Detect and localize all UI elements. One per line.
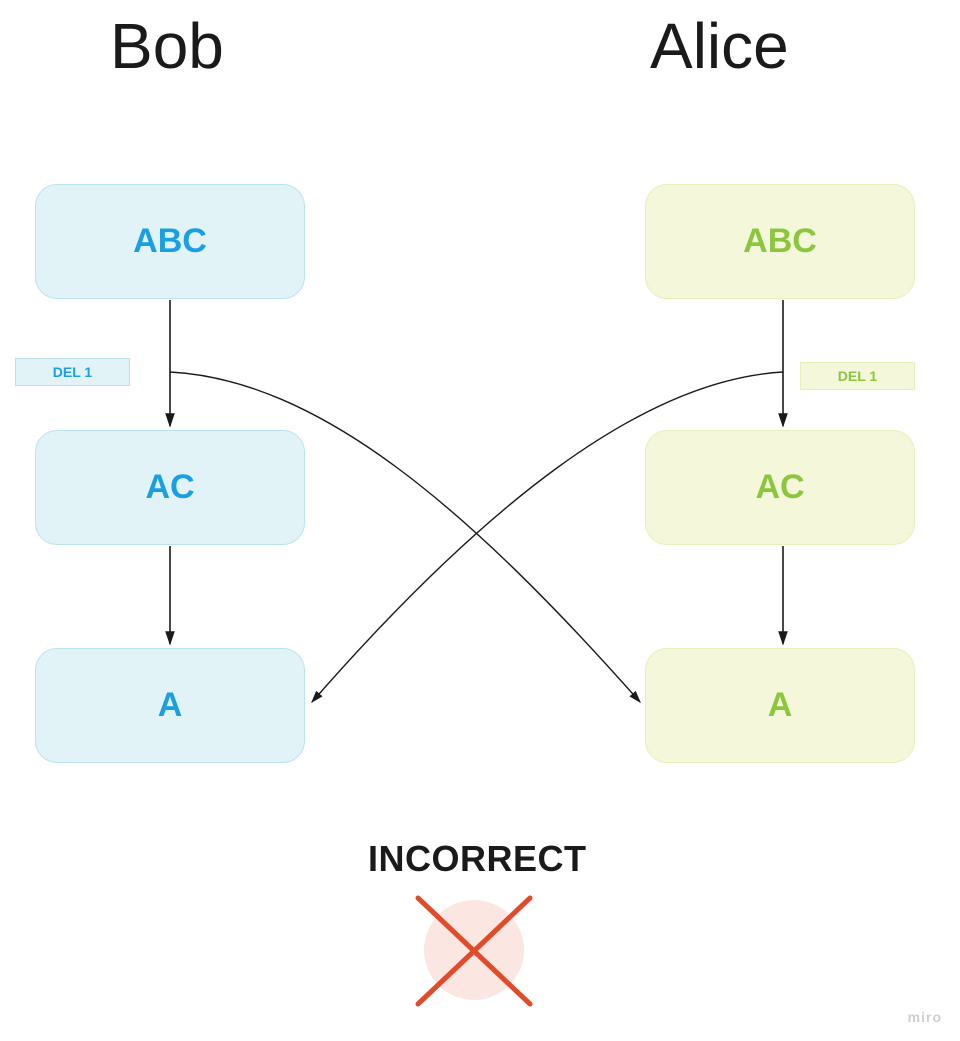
bob-state-1: AC bbox=[35, 430, 305, 545]
result-banner: INCORRECT bbox=[368, 838, 587, 880]
bob-op-tag: DEL 1 bbox=[15, 358, 130, 386]
alice-op-tag: DEL 1 bbox=[800, 362, 915, 390]
alice-state-1: AC bbox=[645, 430, 915, 545]
alice-state-2: A bbox=[645, 648, 915, 763]
incorrect-circle bbox=[424, 900, 524, 1000]
alice-state-0: ABC bbox=[645, 184, 915, 299]
bob-state-0: ABC bbox=[35, 184, 305, 299]
watermark: miro bbox=[908, 1009, 942, 1025]
title-bob: Bob bbox=[110, 14, 224, 78]
title-alice: Alice bbox=[650, 14, 789, 78]
bob-state-2: A bbox=[35, 648, 305, 763]
